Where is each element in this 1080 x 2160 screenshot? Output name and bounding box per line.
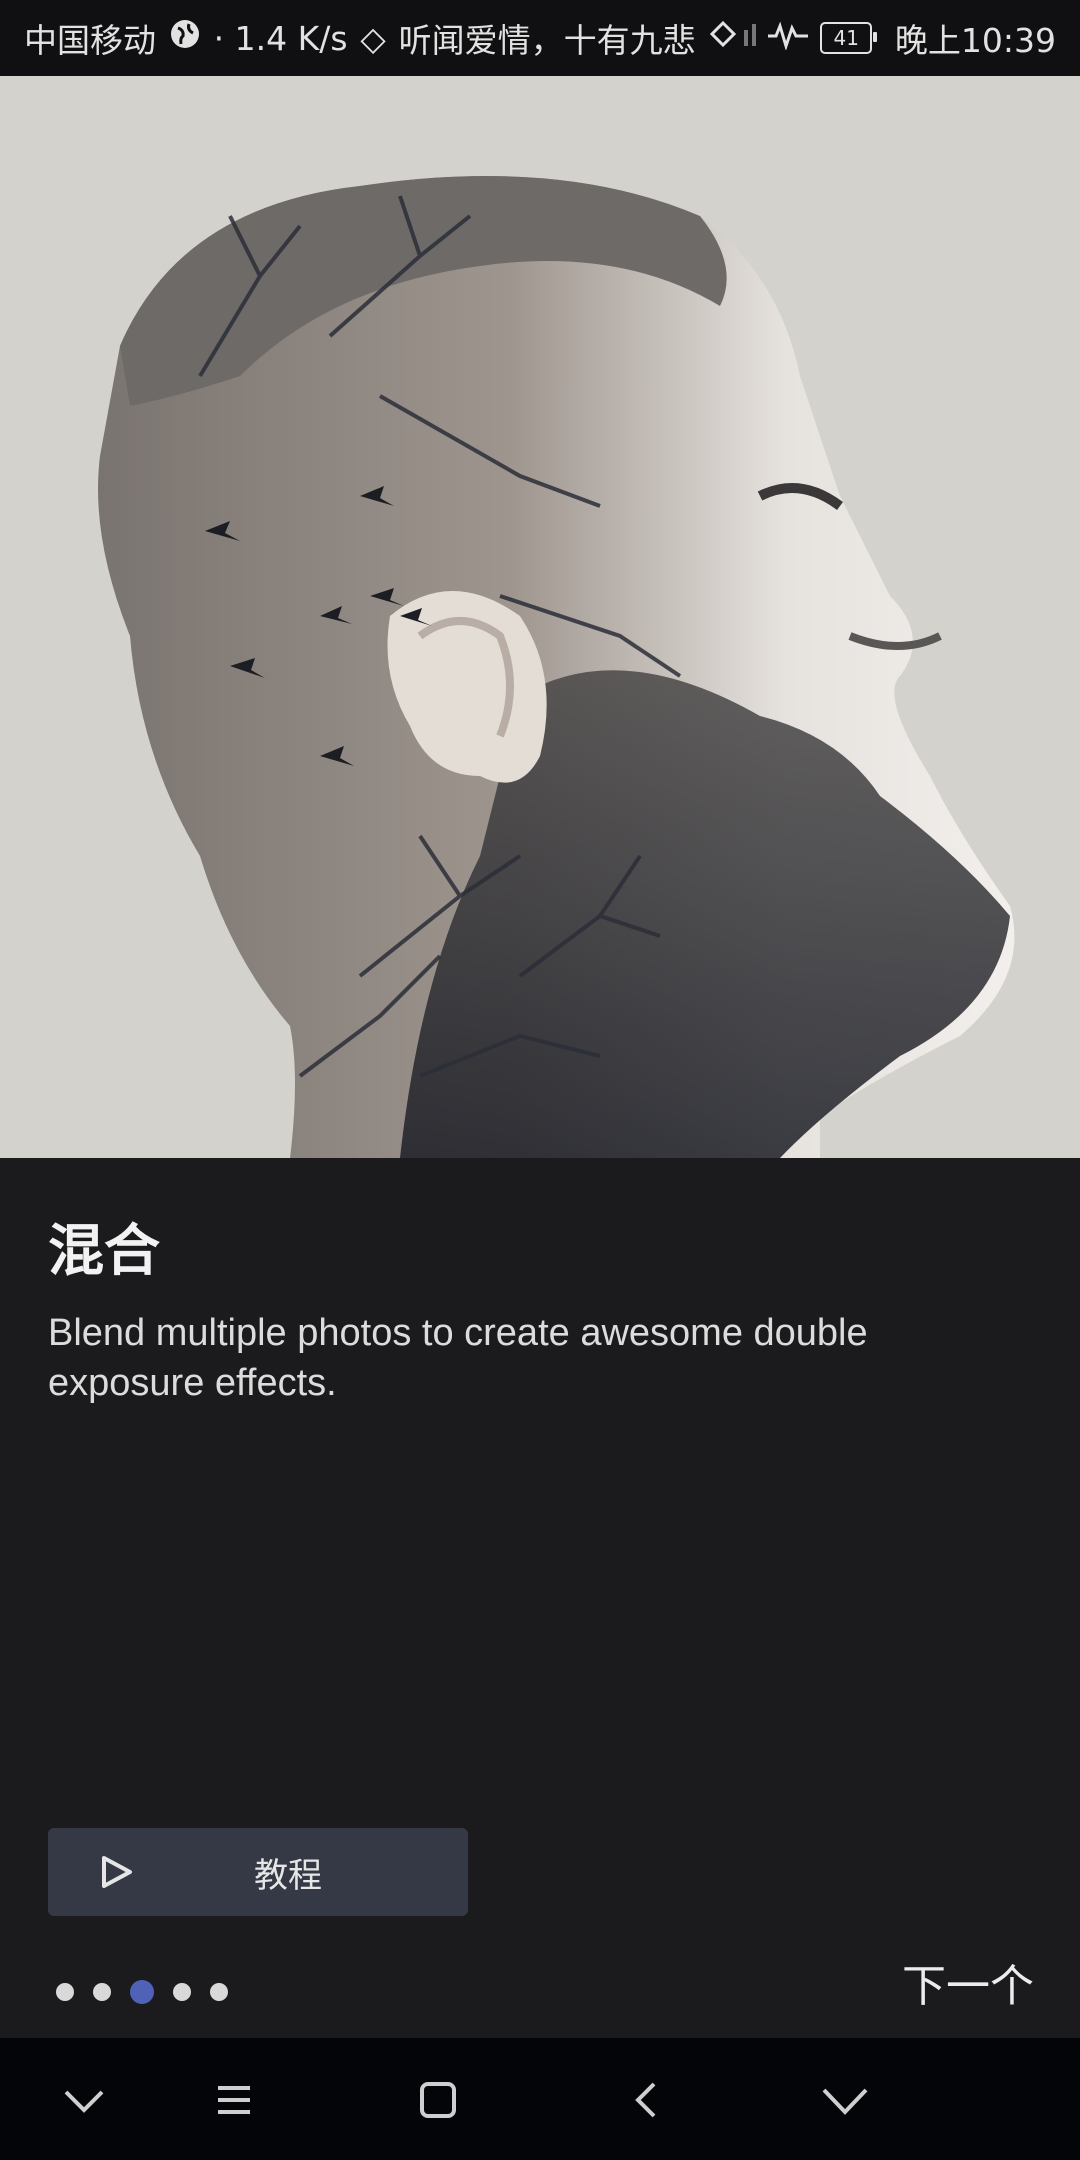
carrier-label: 中国移动 [24, 21, 156, 60]
feature-description: Blend multiple photos to create awesome … [48, 1312, 868, 1404]
tutorial-button-label: 教程 [254, 1855, 322, 1896]
battery-icon: 41 [820, 22, 877, 54]
back-icon[interactable] [626, 2078, 670, 2122]
network-speed: · 1.4 K/s [213, 18, 348, 58]
battery-level: 41 [833, 26, 859, 50]
music-ticker: 听闻爱情，十有九悲 [398, 21, 696, 60]
chevron-down-icon[interactable] [62, 2078, 106, 2122]
status-bar: 中国移动 · 1.4 K/s ◇ 听闻爱情，十有九悲 41 晚上10:39 [0, 0, 1080, 76]
feature-title: 混合 [48, 1219, 160, 1284]
hero-image [0, 76, 1080, 1158]
diamond-icon: ◇ [360, 18, 386, 58]
globe-icon [169, 18, 201, 58]
activity-icon [766, 19, 810, 58]
next-button[interactable]: 下一个 [902, 1950, 1034, 2014]
clock: 晚上10:39 [894, 21, 1057, 60]
page-dot[interactable] [56, 1983, 74, 2001]
system-nav-bar [0, 2038, 1080, 2160]
chevron-down-icon[interactable] [820, 2078, 870, 2122]
wifi-icon [708, 19, 738, 58]
signal-icon [738, 19, 766, 58]
page-dot[interactable] [173, 1983, 191, 2001]
home-square-icon[interactable] [416, 2078, 460, 2122]
menu-icon[interactable] [212, 2078, 256, 2122]
page-dot-active[interactable] [130, 1980, 154, 2004]
page-dot[interactable] [210, 1983, 228, 2001]
tutorial-button[interactable]: 教程 [48, 1828, 468, 1916]
page-indicator [56, 1980, 247, 2004]
page-dot[interactable] [93, 1983, 111, 2001]
